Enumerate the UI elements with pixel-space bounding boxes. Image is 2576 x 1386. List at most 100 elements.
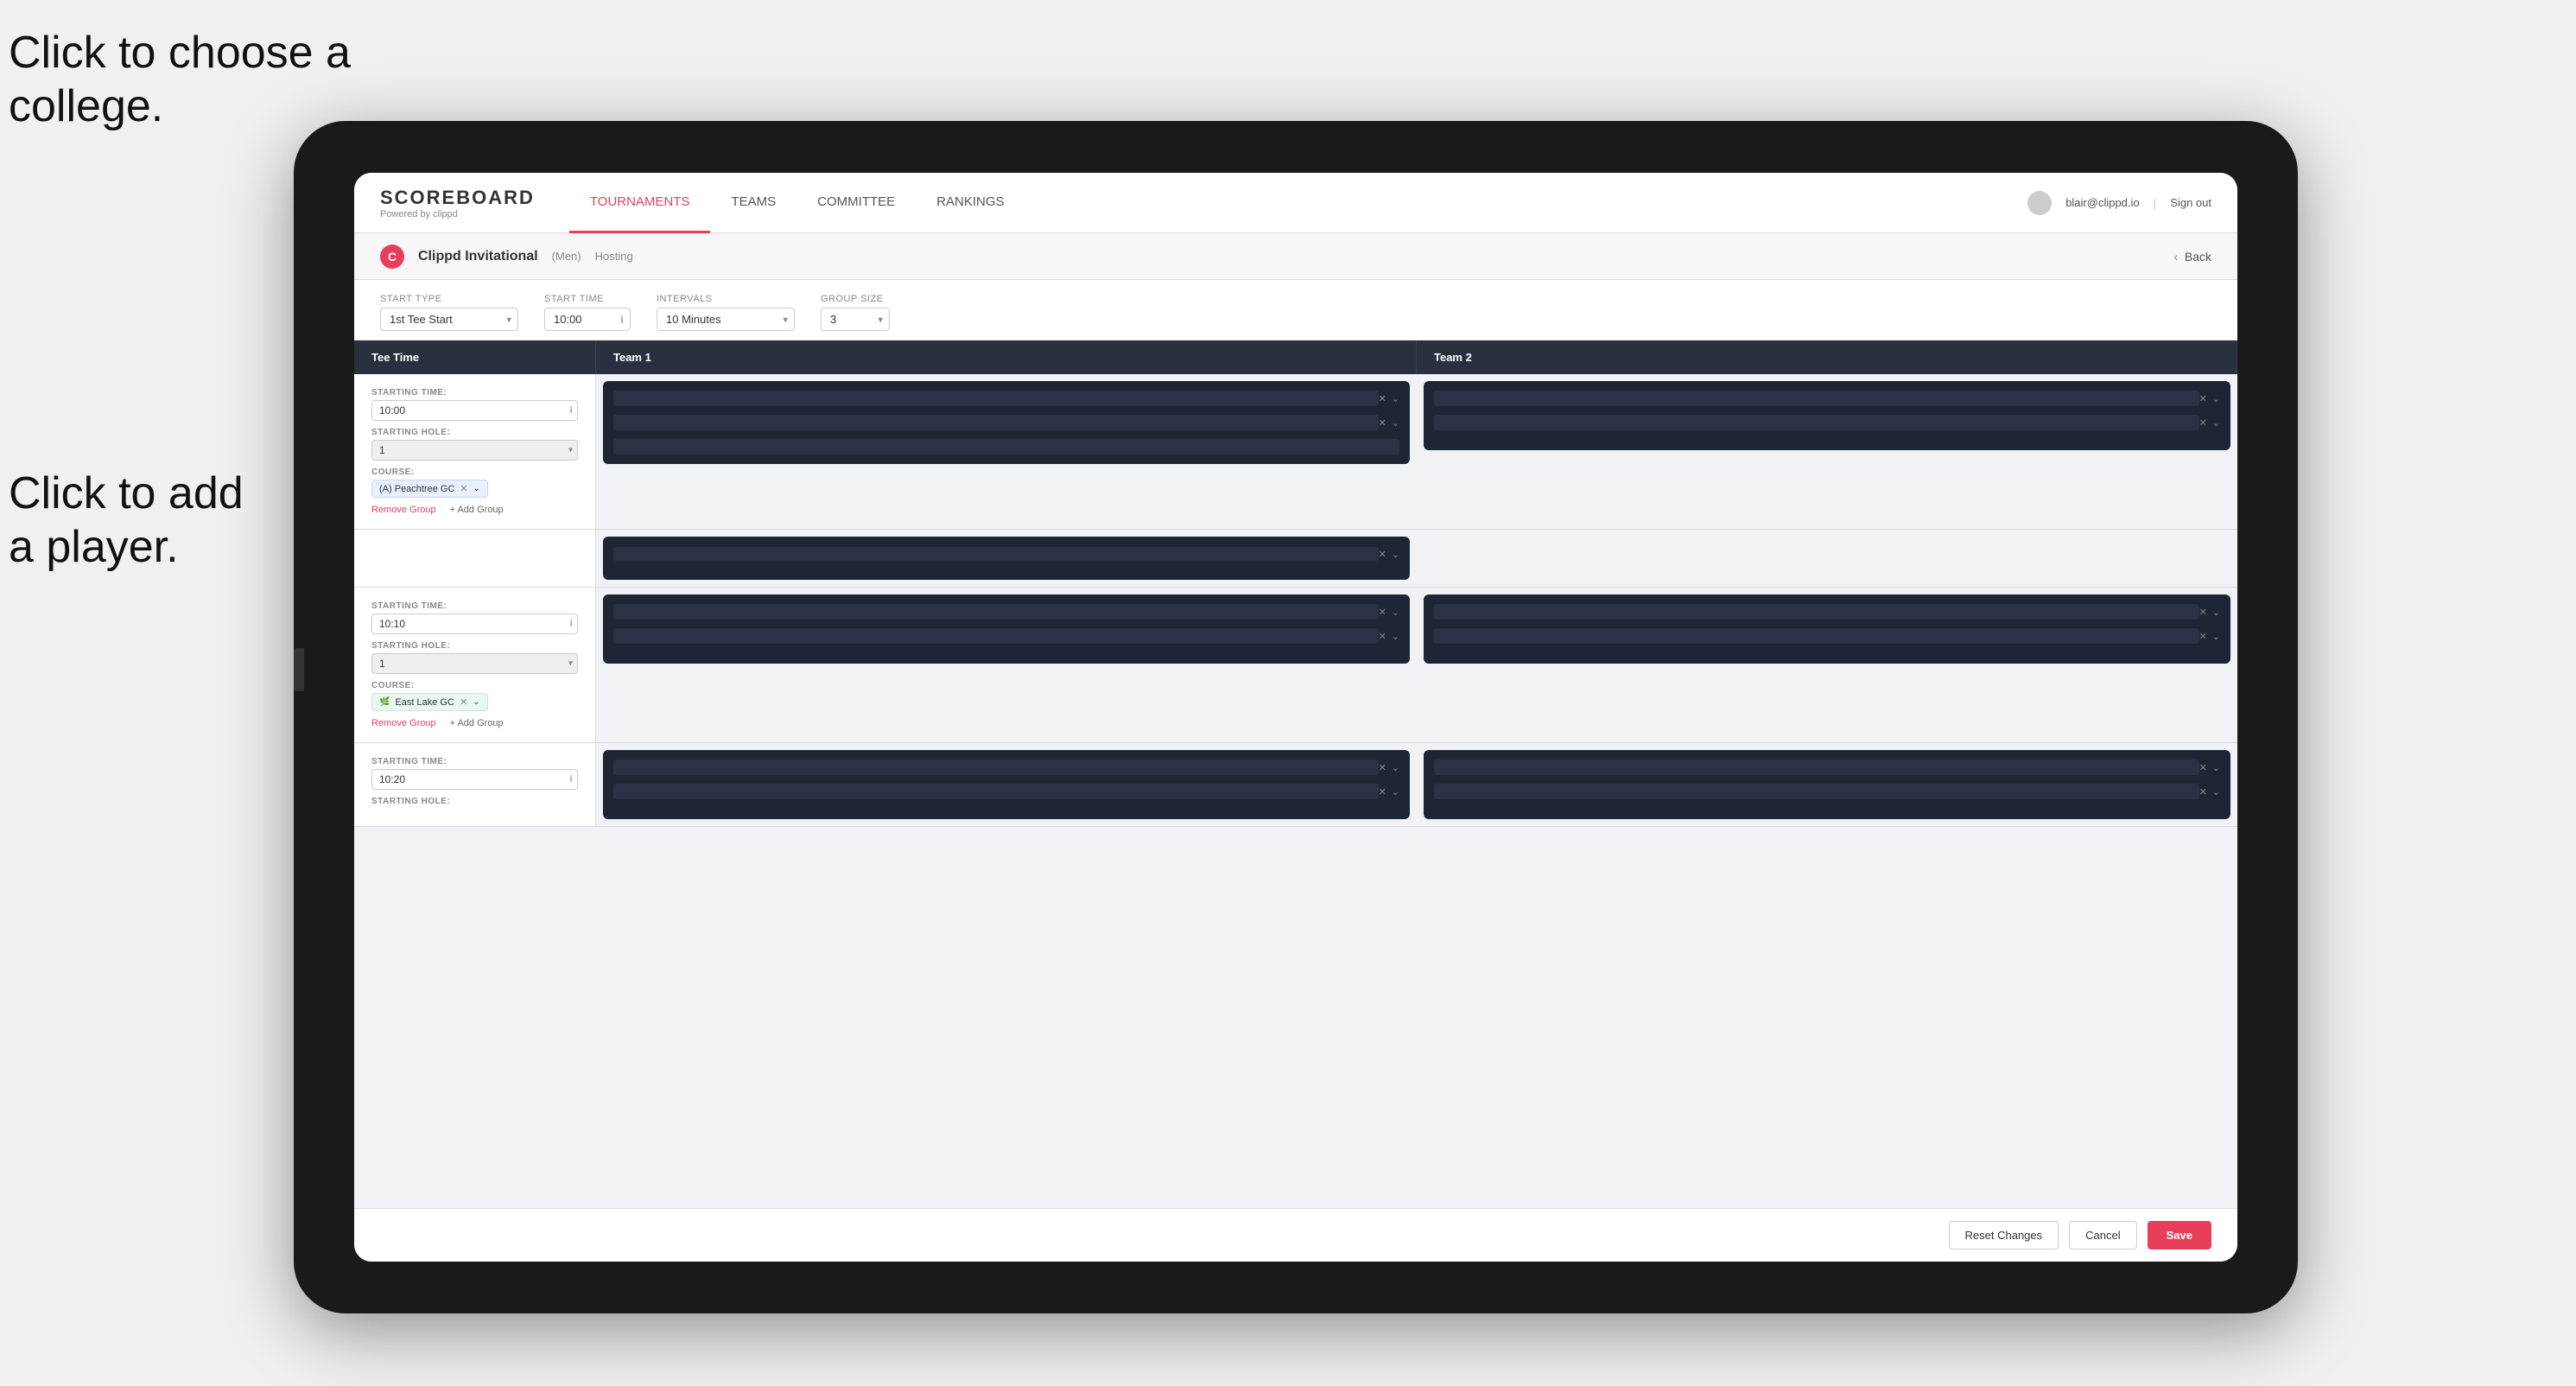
player-row-add[interactable]: [613, 436, 1399, 457]
nav-separator: |: [2154, 196, 2157, 210]
time-info-icon-2: ℹ: [569, 620, 573, 629]
starting-time-input-1[interactable]: [371, 400, 578, 421]
player-cell-1-3: ✕ ⌄ ✕ ⌄: [603, 750, 1410, 819]
starting-hole-wrapper-2: 1: [371, 653, 578, 674]
group-size-select[interactable]: 3: [821, 308, 890, 331]
cancel-button[interactable]: Cancel: [2069, 1221, 2136, 1249]
t2g2-expand-2[interactable]: ⌄: [2212, 631, 2220, 642]
t2-player-expand-2[interactable]: ⌄: [2212, 417, 2220, 429]
player-x-btn-1[interactable]: ✕: [1379, 393, 1386, 404]
course-field-2: COURSE: 🌿 East Lake GC ✕ ⌄: [371, 681, 578, 711]
g3-player-x-1[interactable]: ✕: [1379, 762, 1386, 773]
cp-expand-1[interactable]: ⌄: [1392, 549, 1399, 560]
t2g3-slot-1: [1434, 760, 2199, 775]
t2g2-slot-2: [1434, 628, 2199, 644]
start-type-select-wrapper: 1st Tee Start: [380, 308, 518, 331]
start-type-select[interactable]: 1st Tee Start: [380, 308, 518, 331]
t2g2-x-2[interactable]: ✕: [2199, 631, 2207, 642]
team2-col-3: ✕ ⌄ ✕ ⌄: [1417, 743, 2237, 826]
back-button[interactable]: ‹ Back: [2173, 250, 2211, 264]
table-header: Tee Time Team 1 Team 2: [354, 340, 2237, 374]
add-group-1[interactable]: + Add Group: [450, 505, 504, 515]
nav-link-rankings[interactable]: RANKINGS: [916, 173, 1025, 233]
g2-player-x-2[interactable]: ✕: [1379, 631, 1386, 642]
t2g3-expand-1[interactable]: ⌄: [2212, 762, 2220, 773]
t2g3-expand-2[interactable]: ⌄: [2212, 786, 2220, 798]
team1-col-1: ✕ ⌄ ✕ ⌄: [596, 374, 1417, 529]
t2g2-expand-1[interactable]: ⌄: [2212, 607, 2220, 618]
g3-player-expand-2[interactable]: ⌄: [1392, 786, 1399, 798]
g3-player-expand-1[interactable]: ⌄: [1392, 762, 1399, 773]
main-content: Tee Time Team 1 Team 2 STARTING TIME: ℹ …: [354, 340, 2237, 1208]
starting-time-input-wrapper-1: ℹ: [371, 400, 578, 421]
time-info-icon-1: ℹ: [569, 406, 573, 416]
tablet-side-button: [294, 648, 304, 691]
course-team1-1: ✕ ⌄: [596, 530, 1417, 587]
player-expand-1[interactable]: ⌄: [1392, 393, 1399, 404]
add-group-2[interactable]: + Add Group: [450, 718, 504, 728]
course-player-1: ✕ ⌄: [603, 537, 1410, 580]
t2g3-actions-1: ✕ ⌄: [2199, 762, 2220, 773]
t2g2-x-1[interactable]: ✕: [2199, 607, 2207, 618]
g2-player-expand-2[interactable]: ⌄: [1392, 631, 1399, 642]
nav-link-tournaments[interactable]: TOURNAMENTS: [569, 173, 711, 233]
t2g3-actions-2: ✕ ⌄: [2199, 786, 2220, 798]
player-cell-2-2: ✕ ⌄ ✕ ⌄: [1424, 594, 2230, 664]
starting-time-input-3[interactable]: [371, 769, 578, 790]
t2-player-x-2[interactable]: ✕: [2199, 417, 2207, 429]
course-label-1: COURSE:: [371, 467, 578, 477]
course-expand-2[interactable]: ⌄: [473, 697, 479, 707]
sign-out-link[interactable]: Sign out: [2170, 196, 2211, 209]
player-cell-1-1: ✕ ⌄ ✕ ⌄: [603, 381, 1410, 464]
starting-time-input-wrapper-3: ℹ: [371, 769, 578, 790]
t2-player-x-1[interactable]: ✕: [2199, 393, 2207, 404]
course-tag-1[interactable]: (A) Peachtree GC ✕ ⌄: [371, 480, 578, 498]
annotation-choose-college: Click to choose a college.: [9, 26, 351, 134]
starting-time-input-2[interactable]: [371, 614, 578, 634]
g3-player-actions-1: ✕ ⌄: [1379, 762, 1399, 773]
group-left-1: STARTING TIME: ℹ STARTING HOLE: 1: [354, 374, 596, 529]
player-x-btn-2[interactable]: ✕: [1379, 417, 1386, 429]
th-team2: Team 2: [1417, 340, 2237, 374]
course-name-2: East Lake GC: [395, 697, 454, 708]
back-chevron-icon: ‹: [2173, 250, 2178, 264]
t2g2-actions-2: ✕ ⌄: [2199, 631, 2220, 642]
t2-player-slot-2: [1434, 415, 2199, 430]
t2g3-x-1[interactable]: ✕: [2199, 762, 2207, 773]
start-time-group: Start Time ℹ: [544, 294, 631, 331]
t2-player-expand-1[interactable]: ⌄: [2212, 393, 2220, 404]
starting-hole-select-1[interactable]: 1: [371, 440, 578, 461]
nav-links: TOURNAMENTS TEAMS COMMITTEE RANKINGS: [569, 173, 2027, 233]
course-name-1: (A) Peachtree GC: [379, 484, 454, 494]
starting-hole-select-2[interactable]: 1: [371, 653, 578, 674]
group-row-1: STARTING TIME: ℹ STARTING HOLE: 1: [354, 374, 2237, 530]
course-tag-2[interactable]: 🌿 East Lake GC ✕ ⌄: [371, 693, 578, 711]
starting-hole-field-3: STARTING HOLE:: [371, 797, 578, 806]
start-time-input[interactable]: [544, 308, 631, 331]
course-remove-1[interactable]: ✕: [460, 483, 467, 494]
start-type-group: Start Type 1st Tee Start: [380, 294, 518, 331]
time-info-icon-3: ℹ: [569, 775, 573, 785]
starting-hole-field-1: STARTING HOLE: 1: [371, 428, 578, 461]
cp-actions-1: ✕ ⌄: [1379, 549, 1399, 560]
course-expand-1[interactable]: ⌄: [473, 484, 480, 493]
player-add-slot[interactable]: [613, 439, 1399, 455]
remove-group-1[interactable]: Remove Group: [371, 505, 436, 515]
nav-link-committee[interactable]: COMMITTEE: [796, 173, 916, 233]
reset-changes-button[interactable]: Reset Changes: [1949, 1221, 2059, 1249]
save-button[interactable]: Save: [2148, 1221, 2211, 1249]
intervals-select[interactable]: 10 Minutes: [657, 308, 795, 331]
course-remove-2[interactable]: ✕: [460, 696, 467, 708]
nav-link-teams[interactable]: TEAMS: [710, 173, 796, 233]
g3-player-x-2[interactable]: ✕: [1379, 786, 1386, 798]
g2-player-x-1[interactable]: ✕: [1379, 607, 1386, 618]
player-expand-2[interactable]: ⌄: [1392, 417, 1399, 429]
cp-x-1[interactable]: ✕: [1379, 549, 1386, 560]
logo-area: SCOREBOARD Powered by clippd: [380, 187, 535, 219]
hosting-badge: Hosting: [595, 250, 633, 263]
t2g3-x-2[interactable]: ✕: [2199, 786, 2207, 798]
team2-col-1: ✕ ⌄ ✕ ⌄: [1417, 374, 2237, 529]
starting-time-field-2: STARTING TIME: ℹ: [371, 601, 578, 634]
g2-player-expand-1[interactable]: ⌄: [1392, 607, 1399, 618]
remove-group-2[interactable]: Remove Group: [371, 718, 436, 728]
